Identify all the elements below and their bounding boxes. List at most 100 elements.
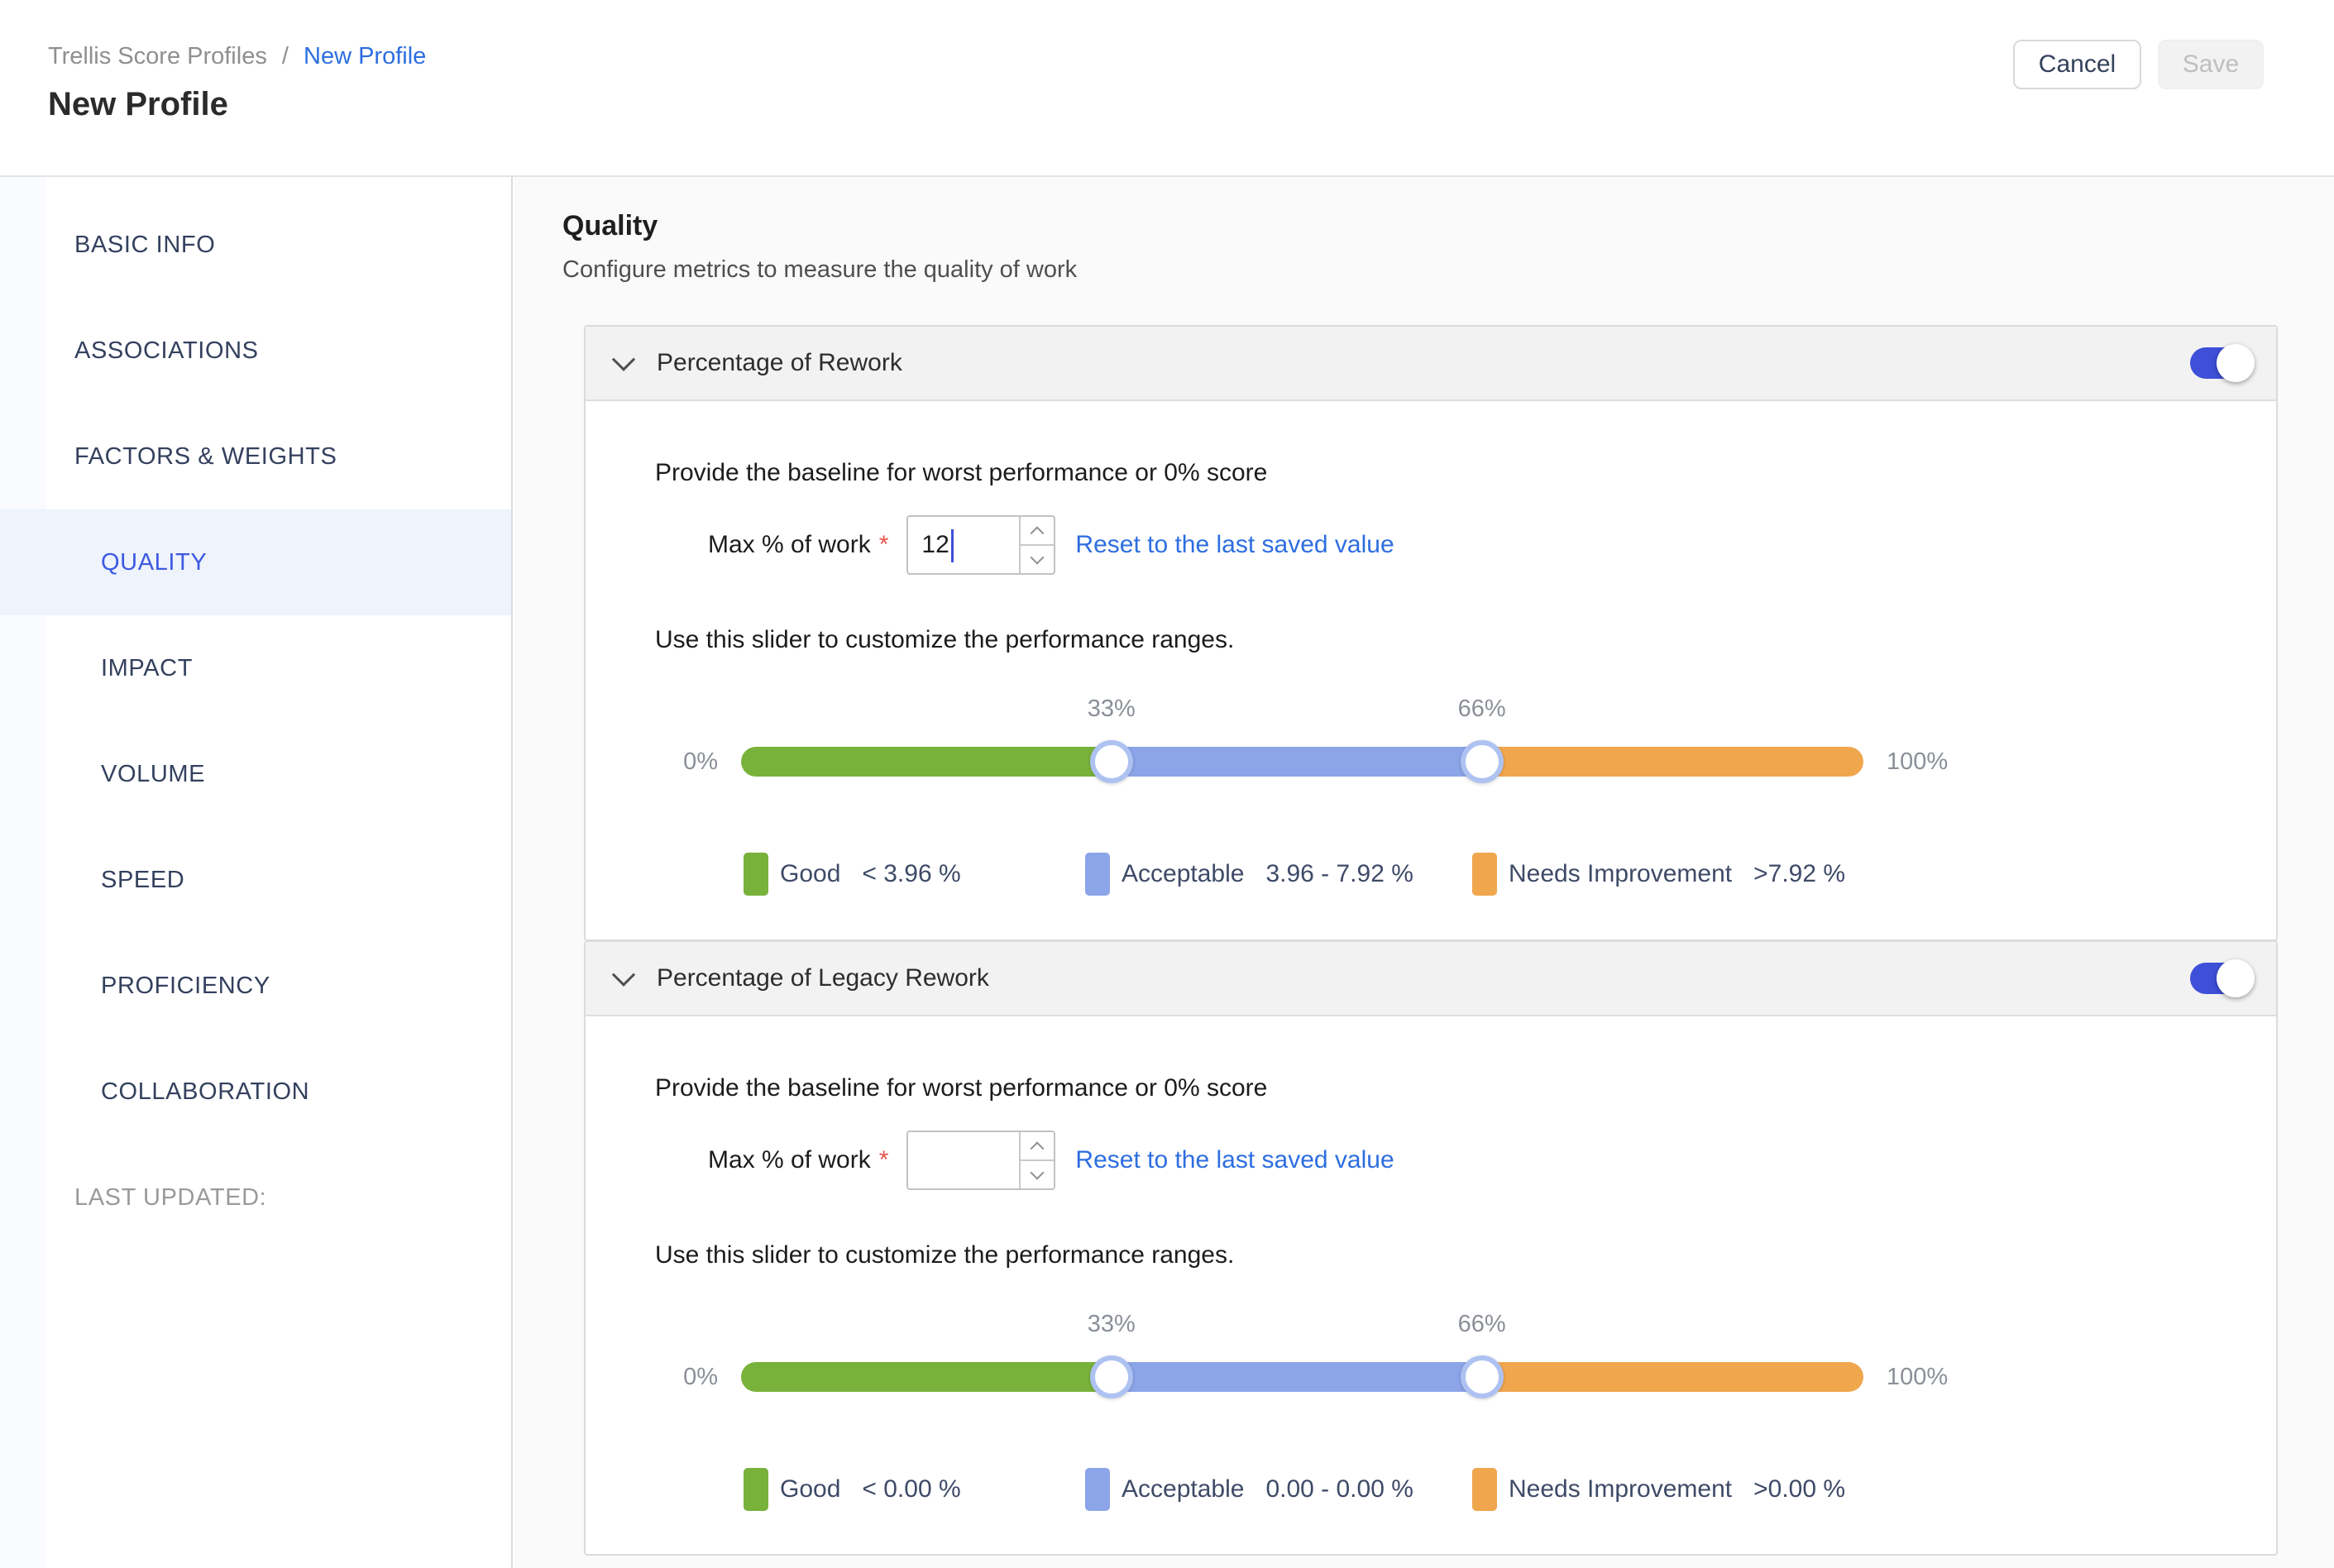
breadcrumb: Trellis Score Profiles / New Profile xyxy=(48,43,426,70)
card-body: Provide the baseline for worst performan… xyxy=(586,401,2276,896)
legend-value: 3.96 - 7.92 % xyxy=(1265,860,1413,888)
card-title: Percentage of Legacy Rework xyxy=(657,964,989,992)
required-marker: * xyxy=(879,1146,889,1174)
legend-name: Acceptable xyxy=(1122,1475,1244,1503)
metric-enabled-toggle[interactable] xyxy=(2190,347,2253,379)
slider-segment-acceptable xyxy=(1112,1362,1482,1392)
slider-handle1-label: 33% xyxy=(1088,1311,1136,1338)
sidebar-item-basic-info[interactable]: BASIC INFO xyxy=(0,192,511,298)
reset-link[interactable]: Reset to the last saved value xyxy=(1075,531,1394,559)
max-percent-label: Max % of work xyxy=(708,531,871,559)
performance-range-slider[interactable]: 33% 66% xyxy=(741,747,1863,777)
legend-item-good: Good < 0.00 % xyxy=(744,1468,1085,1511)
spinner-up-button[interactable] xyxy=(1021,517,1054,546)
sidebar-item-impact[interactable]: IMPACT xyxy=(0,615,511,721)
spinner-down-button[interactable] xyxy=(1021,546,1054,573)
metric-enabled-toggle[interactable] xyxy=(2190,963,2253,994)
sidebar-item-factors-weights[interactable]: FACTORS & WEIGHTS xyxy=(0,404,511,509)
legend-item-acceptable: Acceptable 3.96 - 7.92 % xyxy=(1085,853,1472,896)
sidebar-item-collaboration[interactable]: COLLABORATION xyxy=(0,1039,511,1145)
max-percent-field-row: Max % of work * Reset to the last saved … xyxy=(708,515,2276,575)
slider-row: 0% 33% 66% 100% xyxy=(655,747,2276,777)
baseline-instruction: Provide the baseline for worst performan… xyxy=(655,459,2276,487)
legend-name: Acceptable xyxy=(1122,860,1244,888)
needs-improvement-color-marker xyxy=(1472,1468,1497,1511)
sidebar: BASIC INFO ASSOCIATIONS FACTORS & WEIGHT… xyxy=(0,177,513,1568)
slider-handle-2[interactable] xyxy=(1461,1355,1504,1398)
required-marker: * xyxy=(879,531,889,559)
slider-handle-1[interactable] xyxy=(1090,740,1133,783)
slider-handle2-label: 66% xyxy=(1458,696,1506,723)
slider-handle-2[interactable] xyxy=(1461,740,1504,783)
legend-item-good: Good < 3.96 % xyxy=(744,853,1085,896)
card-title: Percentage of Rework xyxy=(657,349,902,377)
max-percent-input-wrap xyxy=(906,1131,1055,1190)
breadcrumb-separator: / xyxy=(282,43,289,69)
toggle-knob xyxy=(2217,344,2255,382)
legend-name: Needs Improvement xyxy=(1509,860,1732,888)
cancel-button[interactable]: Cancel xyxy=(2013,40,2141,89)
max-percent-input[interactable] xyxy=(908,517,1019,573)
card-header: Percentage of Legacy Rework xyxy=(586,942,2276,1016)
chevron-up-icon xyxy=(1031,526,1045,540)
range-legend: Good < 0.00 % Acceptable 0.00 - 0.00 % N… xyxy=(744,1468,2276,1511)
legend-name: Needs Improvement xyxy=(1509,1475,1732,1503)
app-header: Trellis Score Profiles / New Profile New… xyxy=(0,0,2334,177)
save-button[interactable]: Save xyxy=(2158,40,2264,89)
breadcrumb-current[interactable]: New Profile xyxy=(304,43,426,69)
legend-value: 0.00 - 0.00 % xyxy=(1265,1475,1413,1503)
sidebar-item-proficiency[interactable]: PROFICIENCY xyxy=(0,933,511,1039)
sidebar-item-speed[interactable]: SPEED xyxy=(0,827,511,933)
number-spinner xyxy=(1019,1132,1054,1188)
header-actions: Cancel Save xyxy=(2013,40,2264,89)
legend-item-acceptable: Acceptable 0.00 - 0.00 % xyxy=(1085,1468,1472,1511)
number-spinner xyxy=(1019,517,1054,573)
slider-segment-acceptable xyxy=(1112,747,1482,777)
screen: Trellis Score Profiles / New Profile New… xyxy=(0,0,2334,1568)
card-body: Provide the baseline for worst performan… xyxy=(586,1016,2276,1511)
legend-value: < 3.96 % xyxy=(862,860,960,888)
legend-item-needs-improvement: Needs Improvement >7.92 % xyxy=(1472,853,2276,896)
max-percent-input[interactable] xyxy=(908,1132,1019,1188)
legend-item-needs-improvement: Needs Improvement >0.00 % xyxy=(1472,1468,2276,1511)
legend-name: Good xyxy=(780,1475,840,1503)
slider-segment-good xyxy=(741,1362,1112,1392)
section-subtitle: Configure metrics to measure the quality… xyxy=(562,256,1077,284)
collapse-chevron-icon[interactable] xyxy=(612,963,635,987)
page-title: New Profile xyxy=(48,86,228,123)
main-content: Quality Configure metrics to measure the… xyxy=(514,177,2334,1568)
legend-value: >7.92 % xyxy=(1753,860,1845,888)
slider-segment-needs-improvement xyxy=(1482,747,1863,777)
sidebar-item-quality[interactable]: QUALITY xyxy=(0,509,511,615)
chevron-up-icon xyxy=(1031,1141,1045,1155)
sidebar-label-last-updated: LAST UPDATED: xyxy=(0,1145,511,1250)
slider-handle-1[interactable] xyxy=(1090,1355,1133,1398)
slider-handle1-label: 33% xyxy=(1088,696,1136,723)
max-percent-input-wrap xyxy=(906,515,1055,575)
slider-max-label: 100% xyxy=(1887,1364,1948,1391)
breadcrumb-parent[interactable]: Trellis Score Profiles xyxy=(48,43,267,69)
legend-name: Good xyxy=(780,860,840,888)
max-percent-field-row: Max % of work * Reset to the last saved … xyxy=(708,1131,2276,1190)
spinner-down-button[interactable] xyxy=(1021,1161,1054,1188)
legend-value: >0.00 % xyxy=(1753,1475,1845,1503)
slider-caption: Use this slider to customize the perform… xyxy=(655,1241,2276,1269)
performance-range-slider[interactable]: 33% 66% xyxy=(741,1362,1863,1392)
metric-card-percentage-of-rework: Percentage of Rework Provide the baselin… xyxy=(584,325,2278,941)
toggle-knob xyxy=(2217,959,2255,997)
chevron-down-icon xyxy=(1031,1165,1045,1179)
spinner-up-button[interactable] xyxy=(1021,1132,1054,1161)
text-caret xyxy=(951,529,954,562)
range-legend: Good < 3.96 % Acceptable 3.96 - 7.92 % N… xyxy=(744,853,2276,896)
slider-caption: Use this slider to customize the perform… xyxy=(655,626,2276,654)
slider-segment-good xyxy=(741,747,1112,777)
legend-value: < 0.00 % xyxy=(862,1475,960,1503)
slider-handle2-label: 66% xyxy=(1458,1311,1506,1338)
collapse-chevron-icon[interactable] xyxy=(612,348,635,371)
sidebar-item-associations[interactable]: ASSOCIATIONS xyxy=(0,298,511,404)
acceptable-color-marker xyxy=(1085,1468,1110,1511)
reset-link[interactable]: Reset to the last saved value xyxy=(1075,1146,1394,1174)
baseline-instruction: Provide the baseline for worst performan… xyxy=(655,1074,2276,1102)
chevron-down-icon xyxy=(1031,550,1045,564)
sidebar-item-volume[interactable]: VOLUME xyxy=(0,721,511,827)
